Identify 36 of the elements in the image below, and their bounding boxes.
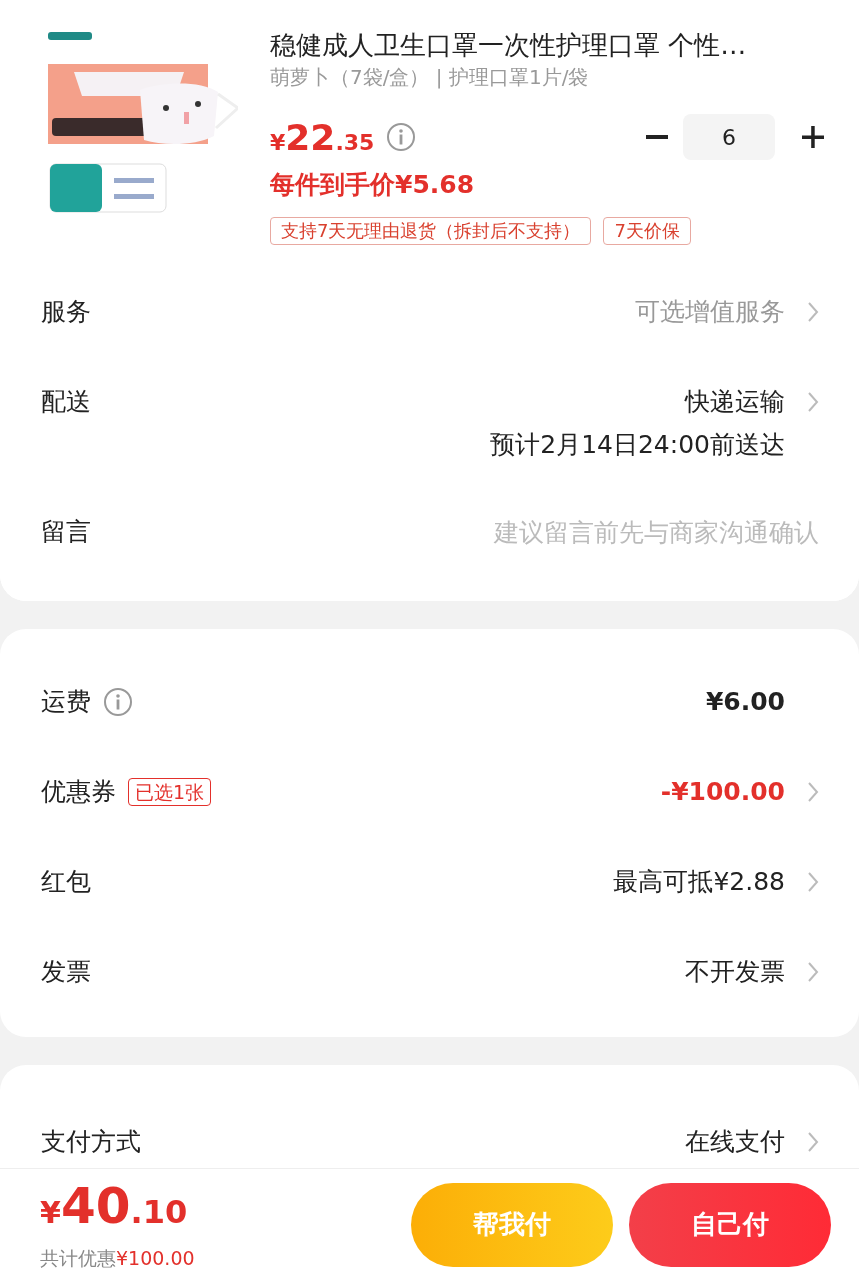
quantity-field[interactable]: 6 [683, 114, 775, 160]
pay-button[interactable]: 自己付 [629, 1182, 831, 1267]
row-label: 配送 [41, 386, 91, 418]
row-value[interactable]: -¥100.00 [660, 769, 785, 815]
delivery-estimate: 预计2月14日24:00前送达 [490, 429, 785, 461]
row-label: 留言 [41, 516, 91, 548]
row-label: 运费 [41, 686, 91, 718]
info-icon[interactable] [386, 122, 417, 152]
chevron-icon [807, 961, 819, 983]
product-price: ¥22.35 [270, 116, 375, 158]
service-tag: 支持7天无理由退货（拆封后不支持） [270, 217, 592, 245]
coupon-badge: 已选1张 [128, 778, 212, 806]
chevron-icon [807, 391, 819, 413]
chevron-icon [807, 781, 819, 803]
row-value[interactable]: 最高可抵¥2.88 [613, 859, 785, 905]
unit-price: 每件到手价¥5.68 [270, 169, 476, 201]
row-label: 服务 [41, 296, 91, 328]
info-icon[interactable] [103, 687, 133, 717]
chevron-icon [807, 1131, 819, 1153]
total-discount: 共计优惠¥100.00 [40, 1245, 196, 1271]
row-label: 红包 [41, 866, 91, 898]
product-title[interactable]: 稳健成人卫生口罩一次性护理口罩 个性… [270, 28, 829, 62]
plus-icon [801, 125, 825, 149]
product-spec: 萌萝卜（7袋/盒） | 护理口罩1片/袋 [270, 64, 590, 91]
row-label: 优惠券 [41, 776, 116, 808]
row-value[interactable]: 不开发票 [685, 949, 785, 995]
chevron-icon [807, 871, 819, 893]
service-tag: 7天价保 [603, 217, 691, 245]
total-price: ¥40.10 [40, 1177, 189, 1237]
minus-icon [646, 135, 668, 139]
row-value[interactable]: 快递运输 [685, 379, 785, 425]
row-value[interactable]: 在线支付 [685, 1119, 785, 1165]
row-value: ¥6.00 [705, 686, 785, 718]
row-label: 发票 [41, 956, 91, 988]
chevron-icon [807, 301, 819, 323]
row-label: 支付方式 [41, 1126, 141, 1158]
